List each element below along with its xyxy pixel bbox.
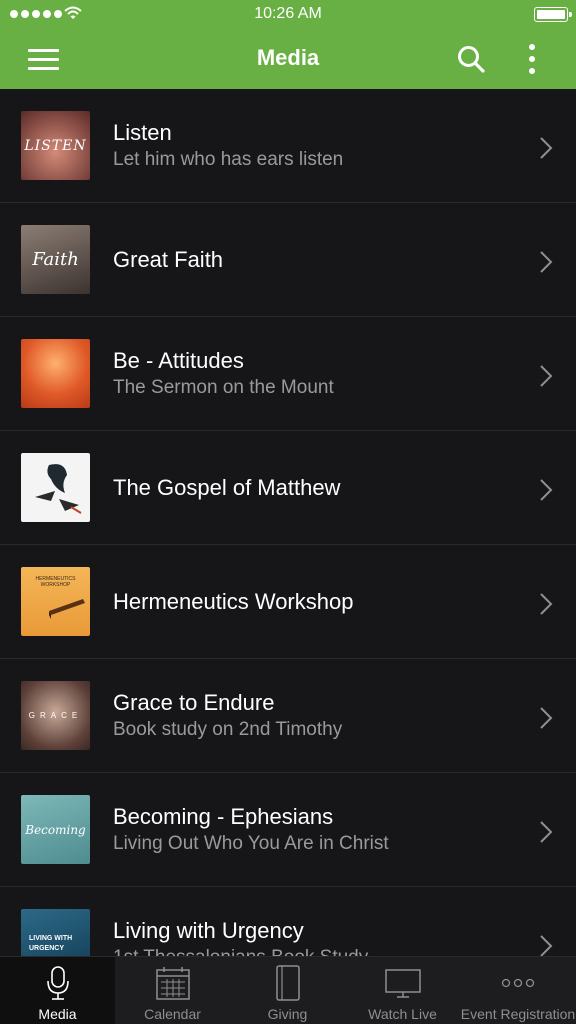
series-artwork-hermeneutics: HERMENEUTICS WORKSHOP: [21, 567, 90, 636]
media-list-item[interactable]: LIVING WITH URGENCY Living with Urgency …: [0, 887, 576, 956]
chevron-right-icon: [540, 137, 553, 159]
bottom-tab-bar: Media Calendar Giving Watch Live Event R…: [0, 956, 576, 1024]
tab-label: Calendar: [144, 1006, 201, 1022]
series-artwork-gospel-of-matthew: [21, 453, 90, 522]
media-title: Great Faith: [113, 247, 224, 272]
tab-giving[interactable]: Giving: [230, 957, 345, 1024]
search-icon[interactable]: [456, 44, 486, 74]
chevron-right-icon: [540, 365, 553, 387]
more-vertical-icon[interactable]: [520, 42, 544, 76]
tab-label: Media: [38, 1006, 77, 1022]
tab-label: Event Registration: [460, 1006, 576, 1022]
thumb-label: LIVING WITH URGENCY: [29, 935, 73, 952]
media-subtitle: Living Out Who You Are in Christ: [113, 833, 389, 854]
chevron-right-icon: [540, 593, 553, 615]
media-list-item[interactable]: Faith Great Faith: [0, 203, 576, 317]
media-title: Be - Attitudes: [113, 348, 244, 373]
media-title: Grace to Endure: [113, 690, 275, 715]
thumb-label: Becoming: [25, 822, 86, 837]
battery-icon: [534, 7, 572, 22]
media-title: Becoming - Ephesians: [113, 804, 334, 829]
book-illustration: [49, 599, 85, 619]
media-list-item[interactable]: GRACE Grace to Endure Book study on 2nd …: [0, 659, 576, 773]
status-time: 10:26 AM: [254, 5, 322, 22]
media-list: LISTEN Listen Let him who has ears liste…: [0, 89, 576, 956]
more-horizontal-icon: [501, 978, 535, 988]
media-list-item[interactable]: Be - Attitudes The Sermon on the Mount: [0, 317, 576, 431]
media-subtitle: Let him who has ears listen: [113, 149, 344, 170]
media-title: Living with Urgency: [113, 918, 304, 943]
media-list-item[interactable]: Becoming Becoming - Ephesians Living Out…: [0, 773, 576, 887]
monitor-icon: [384, 969, 421, 998]
series-artwork-living-with-urgency: LIVING WITH URGENCY: [21, 909, 90, 956]
media-title: The Gospel of Matthew: [113, 475, 341, 500]
chevron-right-icon: [540, 251, 553, 273]
page-title: Media: [256, 45, 320, 70]
thumb-label: Faith: [32, 249, 79, 270]
series-artwork-great-faith: Faith: [21, 225, 90, 294]
media-subtitle: The Sermon on the Mount: [113, 377, 334, 398]
thumb-label: LISTEN: [24, 137, 87, 154]
series-artwork-becoming: Becoming: [21, 795, 90, 864]
book-icon: [275, 965, 300, 1001]
microphone-icon: [46, 966, 69, 1000]
chevron-right-icon: [540, 935, 553, 956]
media-subtitle: 1st Thessalonians Book Study: [113, 947, 368, 956]
chevron-right-icon: [540, 707, 553, 729]
tab-label: Watch Live: [368, 1006, 437, 1022]
tab-event-registration[interactable]: Event Registration: [460, 957, 576, 1024]
media-list-item[interactable]: HERMENEUTICS WORKSHOP Hermeneutics Works…: [0, 545, 576, 659]
tab-watch-live[interactable]: Watch Live: [345, 957, 460, 1024]
thumb-label: GRACE: [28, 711, 83, 720]
media-subtitle: Book study on 2nd Timothy: [113, 719, 343, 740]
media-list-item[interactable]: The Gospel of Matthew: [0, 431, 576, 545]
series-artwork-grace-to-endure: GRACE: [21, 681, 90, 750]
top-navigation-bar: Media: [0, 30, 576, 89]
chevron-right-icon: [540, 821, 553, 843]
matthew-artwork-shape: [35, 464, 82, 514]
thumb-label: [21, 339, 90, 408]
tab-calendar[interactable]: Calendar: [115, 957, 230, 1024]
tab-media[interactable]: Media: [0, 957, 115, 1024]
media-list-item[interactable]: LISTEN Listen Let him who has ears liste…: [0, 89, 576, 203]
series-artwork-be-attitudes: [21, 339, 90, 408]
series-artwork-listen: LISTEN: [21, 111, 90, 180]
calendar-icon: [155, 967, 190, 1000]
tab-label: Giving: [267, 1006, 308, 1022]
chevron-right-icon: [540, 479, 553, 501]
media-title: Hermeneutics Workshop: [113, 589, 354, 614]
status-bar: 10:26 AM: [0, 0, 576, 30]
media-title: Listen: [113, 120, 172, 145]
